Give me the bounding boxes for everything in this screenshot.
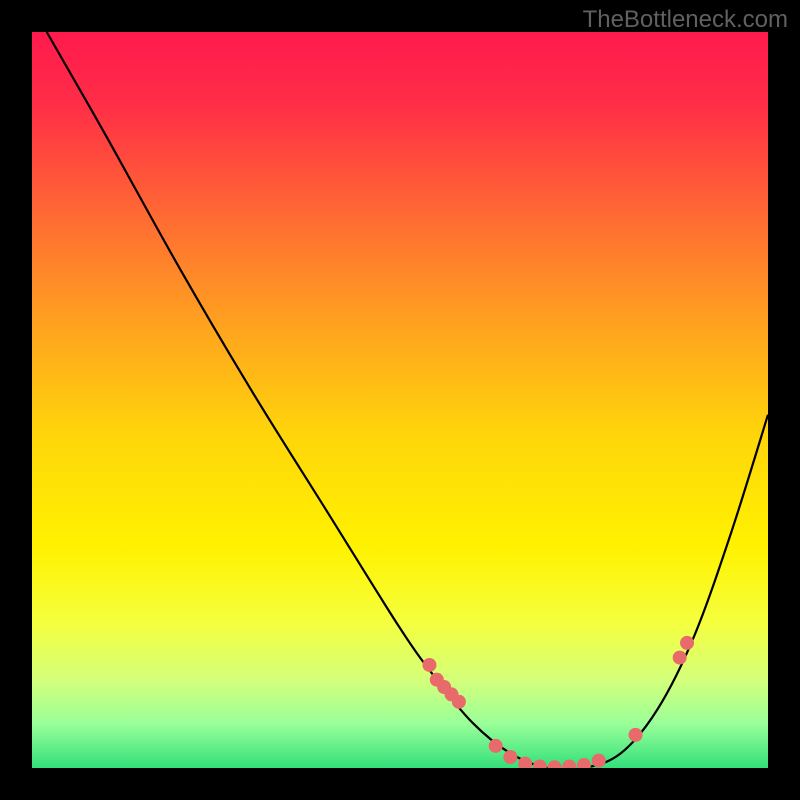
marker-point [533,760,547,768]
marker-point [503,750,517,764]
marker-point [489,739,503,753]
marker-point [673,651,687,665]
curve-path [47,32,768,768]
curve-markers [422,636,694,768]
marker-point [680,636,694,650]
marker-point [629,728,643,742]
bottleneck-curve [32,32,768,768]
plot-area [32,32,768,768]
marker-point [548,760,562,768]
watermark-text: TheBottleneck.com [583,6,788,34]
marker-point [592,754,606,768]
marker-point [452,695,466,709]
marker-point [562,760,576,768]
marker-point [577,758,591,768]
marker-point [422,658,436,672]
